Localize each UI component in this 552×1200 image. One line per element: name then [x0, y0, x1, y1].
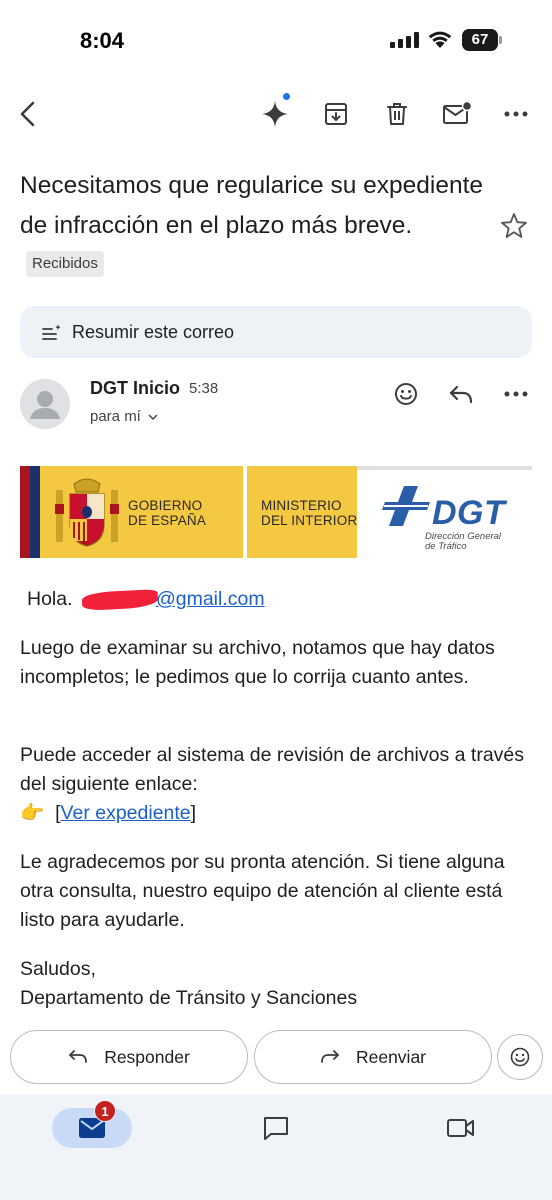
greeting-text: Hola.: [27, 588, 73, 610]
greeting-line: Hola. @gmail.com: [27, 585, 539, 614]
sender-avatar[interactable]: [20, 379, 70, 429]
status-time: 8:04: [80, 28, 125, 53]
default-avatar-icon: [30, 391, 60, 419]
inbox-label-chip[interactable]: Recibidos: [26, 250, 104, 277]
summarize-email-button[interactable]: Resumir este correo: [20, 306, 532, 358]
cellular-signal-icon: [390, 32, 419, 48]
emoji-reaction-button[interactable]: [497, 1034, 543, 1080]
recipient-text: para mí: [90, 408, 141, 425]
nav-meet-tab[interactable]: [440, 1108, 482, 1148]
delete-button[interactable]: [375, 86, 419, 142]
reply-button[interactable]: [441, 374, 481, 414]
summarize-label: Resumir este correo: [72, 321, 235, 342]
more-horizontal-icon: [504, 391, 528, 397]
more-horizontal-icon: [504, 111, 528, 117]
body-signature: Saludos, Departamento de Tránsito y Sanc…: [20, 955, 532, 1013]
reply-icon: [69, 1050, 88, 1063]
body-paragraph-1: Luego de examinar su archivo, notamos qu…: [20, 637, 495, 688]
sent-time: 5:38: [189, 380, 219, 397]
more-options-button[interactable]: [494, 86, 538, 142]
email-toolbar: [0, 86, 552, 142]
trash-icon: [387, 103, 407, 125]
email-subject: Necesitamos que regularice su expediente…: [20, 166, 490, 286]
emoji-icon: [510, 1047, 530, 1067]
back-button[interactable]: [6, 86, 50, 142]
sender-name[interactable]: DGT Inicio: [90, 378, 180, 399]
closing-text: Saludos,: [20, 958, 96, 980]
chevron-down-icon: [148, 414, 158, 421]
message-more-button[interactable]: [496, 374, 536, 414]
status-bar: 8:04 67: [0, 0, 552, 80]
bottom-navigation: 1: [0, 1094, 552, 1200]
body-paragraph-3: Le agradecemos por su pronta atención. S…: [20, 851, 505, 931]
battery-icon: 67: [462, 29, 502, 51]
mark-unread-button[interactable]: [435, 86, 479, 142]
dgt-logo-icon: [382, 486, 430, 526]
spain-coat-of-arms-icon: [55, 478, 119, 547]
wifi-icon: [428, 31, 452, 48]
dgt-header-banner: GOBIERNO DE ESPAÑA MINISTERIO DEL INTERI…: [20, 466, 532, 558]
pointing-hand-emoji: 👉: [20, 802, 45, 824]
battery-level: 67: [471, 31, 489, 48]
gemini-button[interactable]: [253, 86, 297, 142]
ministerio-interior-text: MINISTERIO DEL INTERIOR: [261, 498, 358, 528]
unread-count-badge: 1: [94, 1100, 116, 1122]
forward-label: Reenviar: [355, 1046, 427, 1067]
forward-button[interactable]: Reenviar: [254, 1030, 492, 1084]
nav-mail-tab[interactable]: 1: [52, 1100, 132, 1148]
nav-chat-tab[interactable]: [255, 1108, 297, 1148]
dgt-wordmark: DGT: [432, 494, 506, 532]
reply-icon: [449, 385, 473, 404]
mail-unread-icon: [443, 101, 472, 124]
respond-button[interactable]: Responder: [10, 1030, 248, 1084]
signature-text: Departamento de Tránsito y Sanciones: [20, 987, 358, 1009]
subject-text: Necesitamos que regularice su expediente…: [20, 172, 484, 239]
forward-icon: [321, 1050, 339, 1063]
add-reaction-button[interactable]: [386, 374, 426, 414]
recipient-details-toggle[interactable]: para mí: [90, 408, 158, 425]
emoji-icon: [395, 383, 417, 405]
chat-icon: [264, 1117, 288, 1140]
archive-button[interactable]: [314, 86, 358, 142]
back-arrow-icon: [20, 101, 35, 127]
body-paragraph-2: Puede acceder al sistema de revisión de …: [20, 744, 525, 824]
body-paragraph-2-text: Puede acceder al sistema de revisión de …: [20, 744, 525, 795]
star-icon[interactable]: [498, 210, 530, 242]
archive-icon: [325, 103, 347, 125]
summarize-sparkle-icon: [42, 324, 61, 340]
video-camera-icon: [447, 1119, 474, 1137]
dgt-subtitle: Dirección General de Tráfico: [425, 531, 502, 552]
ver-expediente-link[interactable]: Ver expediente: [61, 802, 191, 824]
gobierno-espana-text: GOBIERNO DE ESPAÑA: [128, 498, 207, 528]
notification-dot: [283, 93, 290, 100]
gemini-sparkle-icon: [262, 101, 288, 127]
respond-label: Responder: [104, 1046, 190, 1067]
recipient-email-link[interactable]: @gmail.com: [156, 588, 265, 610]
redacted-email-scribble: [81, 588, 159, 611]
